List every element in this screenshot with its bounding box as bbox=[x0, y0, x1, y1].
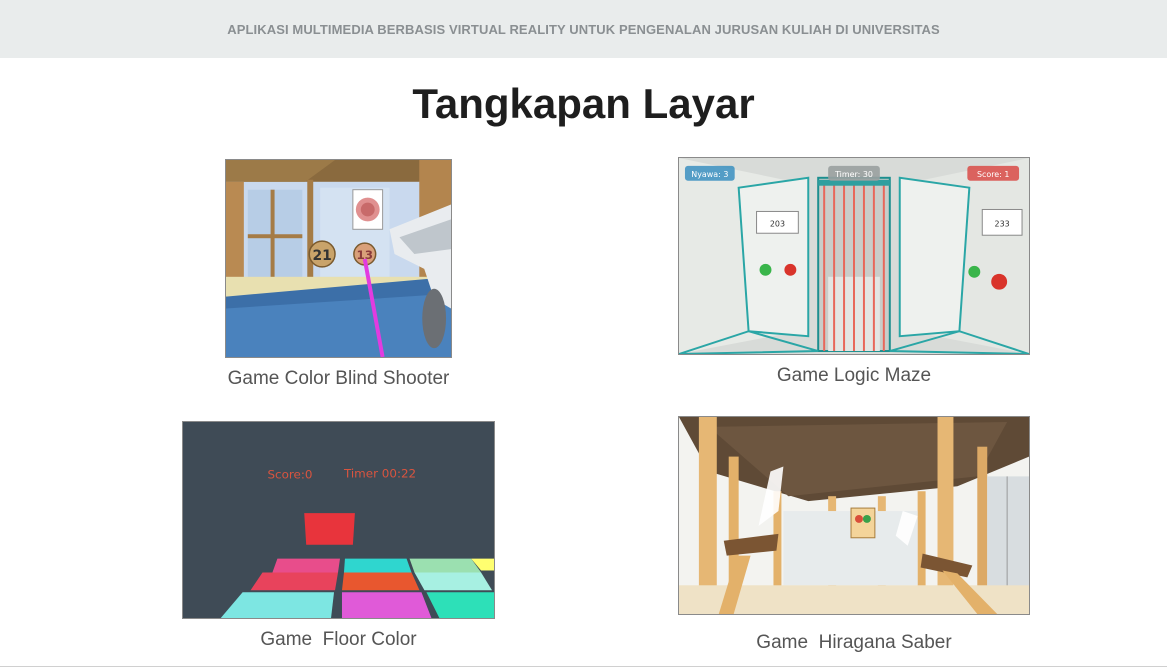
header-title: APLIKASI MULTIMEDIA BERBASIS VIRTUAL REA… bbox=[227, 21, 940, 37]
caption-hiragana-saber: Game Hiragana Saber bbox=[756, 632, 952, 653]
screenshot-hiragana-saber[interactable] bbox=[678, 416, 1030, 615]
floor-score-text: Score:0 bbox=[267, 467, 312, 481]
hud-score: Score: 1 bbox=[977, 170, 1009, 179]
door-number-233: 233 bbox=[995, 219, 1010, 228]
color-blind-shooter-image: 21 13 bbox=[226, 160, 451, 357]
hud-timer: Timer: 30 bbox=[834, 170, 873, 179]
section-title: Tangkapan Layar bbox=[412, 80, 755, 127]
header-bar: APLIKASI MULTIMEDIA BERBASIS VIRTUAL REA… bbox=[0, 0, 1167, 58]
caption-color-blind-shooter: Game Color Blind Shooter bbox=[227, 368, 450, 389]
door-number-203: 203 bbox=[770, 219, 785, 228]
screenshot-floor-color[interactable]: Score:0 Timer 00:22 bbox=[182, 421, 495, 619]
caption-floor-color: Game Floor Color bbox=[260, 629, 417, 650]
floor-timer-text: Timer 00:22 bbox=[343, 466, 416, 480]
target-number-21: 21 bbox=[312, 248, 331, 264]
hiragana-saber-image bbox=[679, 417, 1029, 614]
caption-logic-maze: Game Logic Maze bbox=[776, 365, 932, 386]
screenshot-color-blind-shooter[interactable]: 21 13 bbox=[225, 159, 452, 358]
screenshot-logic-maze[interactable]: 203 233 Nyawa: 3 Timer: 30 Score: 1 bbox=[678, 157, 1030, 355]
hud-lives: Nyawa: 3 bbox=[691, 170, 728, 179]
logic-maze-image: 203 233 Nyawa: 3 Timer: 30 Score: 1 bbox=[679, 158, 1029, 354]
floor-color-image: Score:0 Timer 00:22 bbox=[183, 422, 494, 618]
